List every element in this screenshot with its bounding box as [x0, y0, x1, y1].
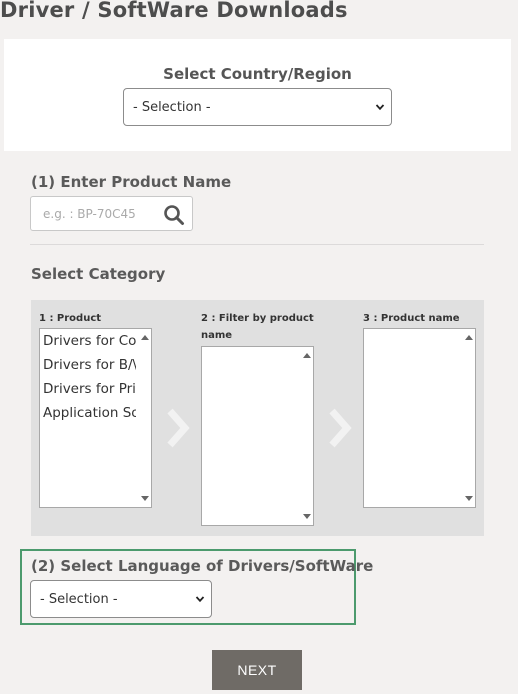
scroll-down-arrow-icon[interactable]	[303, 514, 311, 519]
section-divider	[30, 244, 484, 245]
product-category-listbox[interactable]: Drivers for Col Drivers for B/\ Drivers …	[39, 328, 152, 508]
list-item[interactable]: Drivers for B/\	[40, 353, 136, 377]
scroll-down-arrow-icon[interactable]	[141, 496, 149, 501]
country-region-label: Select Country/Region	[163, 65, 352, 83]
list-item[interactable]: Application So	[40, 401, 136, 425]
country-region-select[interactable]: - Selection -	[123, 88, 392, 126]
search-icon[interactable]	[163, 204, 185, 226]
select-category-label: Select Category	[31, 265, 166, 283]
product-name-column-label: 3 : Product name	[363, 313, 460, 324]
chevron-down-icon	[375, 104, 385, 111]
country-region-panel: Select Country/Region - Selection -	[4, 39, 511, 151]
country-region-selected-value: - Selection -	[133, 99, 211, 115]
scroll-down-arrow-icon[interactable]	[465, 496, 473, 501]
language-select[interactable]: - Selection -	[30, 580, 212, 618]
product-search-box	[30, 196, 193, 231]
chevron-right-icon	[329, 408, 352, 448]
scroll-up-arrow-icon[interactable]	[465, 335, 473, 340]
next-button[interactable]: NEXT	[212, 650, 302, 690]
list-item[interactable]: Drivers for Col	[40, 329, 136, 353]
language-selected-value: - Selection -	[40, 591, 118, 607]
chevron-right-icon	[167, 408, 190, 448]
scroll-up-arrow-icon[interactable]	[141, 335, 149, 340]
list-item[interactable]: Drivers for Pri	[40, 377, 136, 401]
product-name-input[interactable]	[31, 197, 159, 230]
category-panel: 1 : Product category Drivers for Col Dri…	[31, 300, 484, 536]
chevron-down-icon	[195, 596, 205, 603]
scroll-up-arrow-icon[interactable]	[303, 353, 311, 358]
product-name-label: (1) Enter Product Name	[31, 173, 232, 191]
language-label: (2) Select Language of Drivers/SoftWare	[31, 557, 374, 575]
filter-by-product-name-listbox[interactable]	[201, 346, 314, 526]
product-name-listbox[interactable]	[363, 328, 476, 508]
filter-by-product-name-column-label: 2 : Filter by product name	[201, 313, 314, 341]
page-title: Driver / SoftWare Downloads	[0, 0, 348, 22]
